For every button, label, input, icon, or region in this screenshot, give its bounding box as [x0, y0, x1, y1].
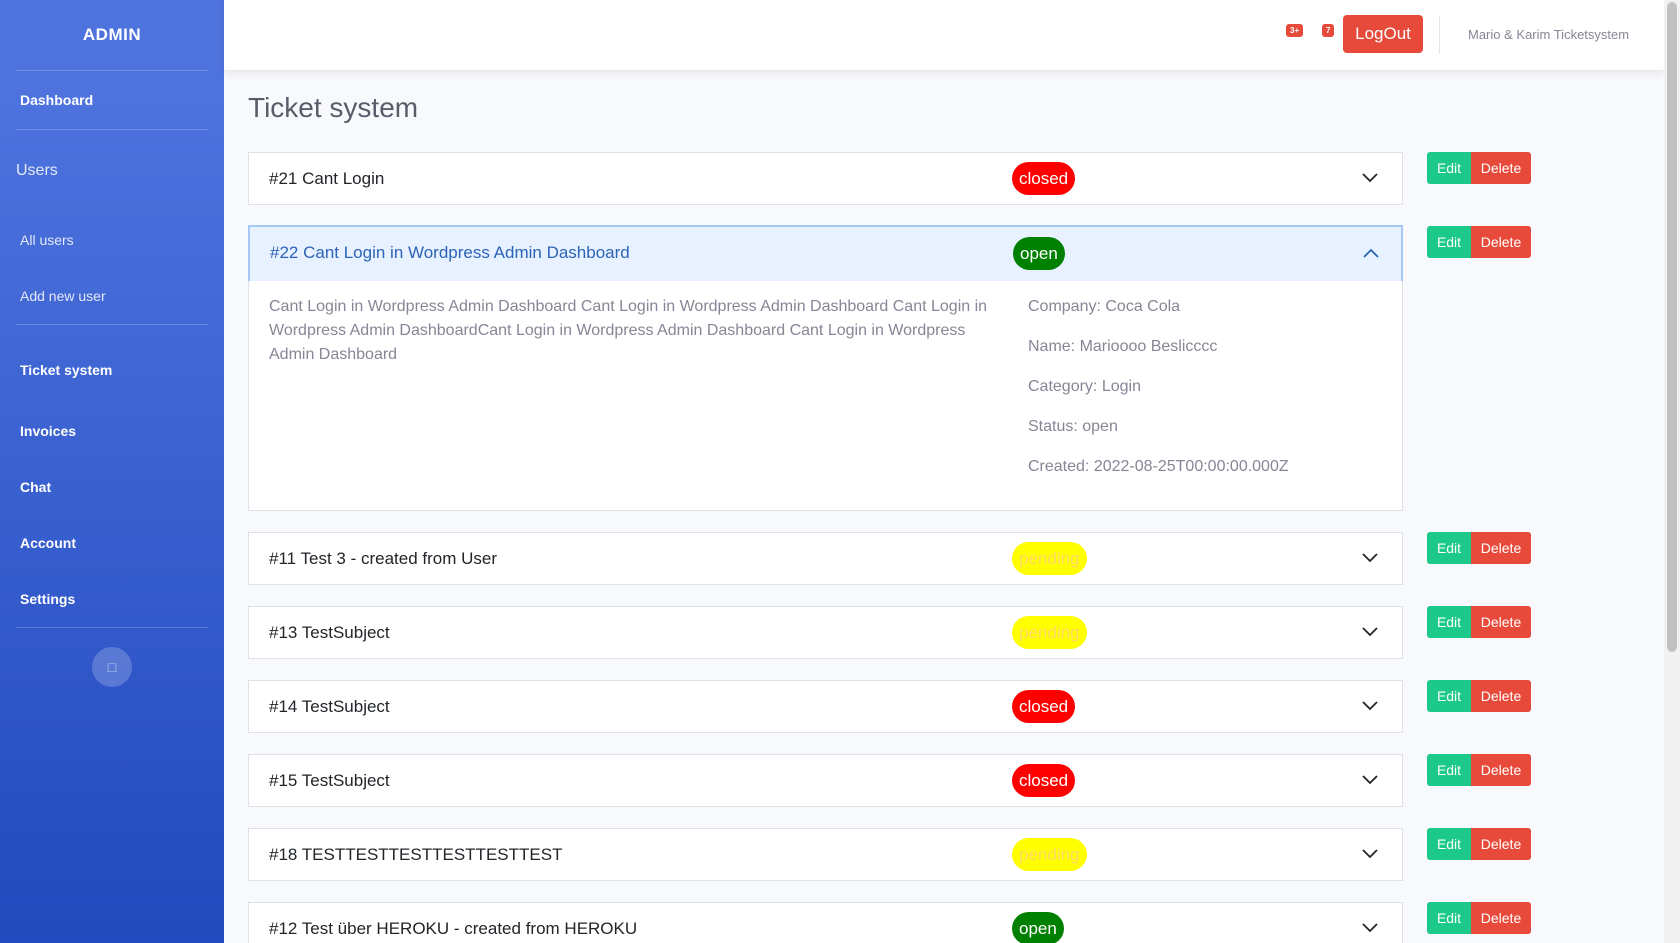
edit-button[interactable]: Edit [1427, 902, 1471, 934]
sidebar-item-add-new-user[interactable]: Add new user [0, 268, 224, 324]
sidebar-item-invoices[interactable]: Invoices [0, 403, 224, 459]
ticket-actions: Edit Delete [1427, 902, 1531, 934]
sidebar-item-chat[interactable]: Chat [0, 459, 224, 515]
sidebar-toggle-button[interactable]: □ [92, 647, 132, 687]
delete-button[interactable]: Delete [1471, 828, 1531, 860]
chevron-down-icon[interactable] [1361, 847, 1378, 861]
sidebar-item-dashboard[interactable]: Dashboard [0, 71, 224, 129]
ticket-subject: #15 TestSubject [269, 771, 390, 790]
delete-button[interactable]: Delete [1471, 902, 1531, 934]
alerts-badge[interactable]: 3+ [1286, 24, 1304, 37]
status-badge: closed [1012, 162, 1076, 195]
app-brand-text: Mario & Karim Ticketsystem [1468, 27, 1630, 42]
ticket-accordion-item[interactable]: #15 TestSubject closed [248, 754, 1403, 807]
ticket-category: Category: Login [1028, 378, 1141, 395]
ticket-accordion-item[interactable]: #21 Cant Login closed [248, 152, 1403, 205]
ticket-actions: Edit Delete [1427, 828, 1531, 860]
edit-button[interactable]: Edit [1427, 754, 1471, 786]
sidebar-item-ticket-system[interactable]: Ticket system [0, 325, 224, 403]
page-title: Ticket system [248, 92, 419, 123]
delete-button[interactable]: Delete [1471, 680, 1531, 712]
chevron-down-icon[interactable] [1361, 551, 1378, 565]
edit-button[interactable]: Edit [1427, 532, 1471, 564]
chevron-down-icon[interactable] [1361, 699, 1378, 713]
delete-button[interactable]: Delete [1471, 226, 1531, 258]
ticket-accordion-item[interactable]: #18 TESTTESTTESTTESTTESTTEST pending [248, 828, 1403, 881]
sidebar-toggle-wrap: □ [0, 628, 224, 687]
status-badge: open [1013, 237, 1065, 270]
ticket-subject: #18 TESTTESTTESTTESTTESTTEST [269, 845, 563, 864]
status-badge: pending [1012, 838, 1087, 871]
edit-button[interactable]: Edit [1427, 226, 1471, 258]
ticket-meta: Company: Coca Cola Name: Marioooo Beslic… [1028, 295, 1289, 495]
ticket-subject: #22 Cant Login in Wordpress Admin Dashbo… [270, 243, 630, 262]
ticket-accordion-item[interactable]: #12 Test über HEROKU - created from HERO… [248, 902, 1403, 943]
ticket-actions: Edit Delete [1427, 152, 1531, 184]
topbar-divider [1439, 16, 1440, 54]
delete-button[interactable]: Delete [1471, 606, 1531, 638]
sidebar-item-account[interactable]: Account [0, 515, 224, 571]
ticket-created: Created: 2022-08-25T00:00:00.000Z [1028, 458, 1289, 475]
edit-button[interactable]: Edit [1427, 828, 1471, 860]
ticket-subject: #14 TestSubject [269, 697, 390, 716]
ticket-actions: Edit Delete [1427, 754, 1531, 786]
ticket-detail-panel: Cant Login in Wordpress Admin Dashboard … [248, 281, 1403, 511]
delete-button[interactable]: Delete [1471, 152, 1531, 184]
status-badge: pending [1012, 542, 1087, 575]
ticket-status: Status: open [1028, 418, 1118, 435]
delete-button[interactable]: Delete [1471, 532, 1531, 564]
chevron-down-icon[interactable] [1361, 773, 1378, 787]
edit-button[interactable]: Edit [1427, 680, 1471, 712]
ticket-accordion-item-expanded[interactable]: #22 Cant Login in Wordpress Admin Dashbo… [248, 225, 1403, 283]
status-badge: pending [1012, 616, 1087, 649]
edit-button[interactable]: Edit [1427, 606, 1471, 638]
chevron-down-icon[interactable] [1361, 171, 1378, 185]
ticket-subject: #21 Cant Login [269, 169, 385, 188]
ticket-accordion-item[interactable]: #14 TestSubject closed [248, 680, 1403, 733]
logout-button[interactable]: LogOut [1343, 15, 1423, 53]
ticket-accordion-item[interactable]: #11 Test 3 - created from User pending [248, 532, 1403, 585]
ticket-subject: #12 Test über HEROKU - created from HERO… [269, 919, 638, 938]
sidebar: ADMIN Dashboard Users All users Add new … [0, 0, 224, 943]
edit-button[interactable]: Edit [1427, 152, 1471, 184]
ticket-subject: #11 Test 3 - created from User [269, 549, 498, 568]
sidebar-heading-users: Users [16, 162, 58, 179]
ticket-name: Name: Marioooo Beslicccc [1028, 338, 1218, 355]
topbar: 3+ 7 LogOut Mario & Karim Ticketsystem [224, 0, 1664, 70]
status-badge: closed [1012, 764, 1076, 797]
page-scrollbar[interactable] [1664, 0, 1680, 943]
chevron-left-icon: □ [107, 659, 117, 675]
sidebar-item-settings[interactable]: Settings [0, 571, 224, 627]
ticket-actions: Edit Delete [1427, 680, 1531, 712]
chevron-down-icon[interactable] [1361, 921, 1378, 935]
status-badge: open [1012, 912, 1064, 943]
ticket-actions: Edit Delete [1427, 606, 1531, 638]
ticket-subject: #13 TestSubject [269, 623, 390, 642]
sidebar-item-all-users[interactable]: All users [0, 212, 224, 268]
sidebar-brand[interactable]: ADMIN [0, 0, 224, 70]
ticket-actions: Edit Delete [1427, 226, 1531, 258]
ticket-accordion-item[interactable]: #13 TestSubject pending [248, 606, 1403, 659]
chevron-down-icon[interactable] [1361, 625, 1378, 639]
delete-button[interactable]: Delete [1471, 754, 1531, 786]
ticket-company: Company: Coca Cola [1028, 298, 1181, 315]
ticket-description: Cant Login in Wordpress Admin Dashboard … [269, 298, 988, 363]
scrollbar-thumb[interactable] [1667, 2, 1677, 652]
status-badge: closed [1012, 690, 1076, 723]
chevron-up-icon[interactable] [1362, 246, 1379, 260]
ticket-actions: Edit Delete [1427, 532, 1531, 564]
messages-badge[interactable]: 7 [1322, 24, 1335, 37]
